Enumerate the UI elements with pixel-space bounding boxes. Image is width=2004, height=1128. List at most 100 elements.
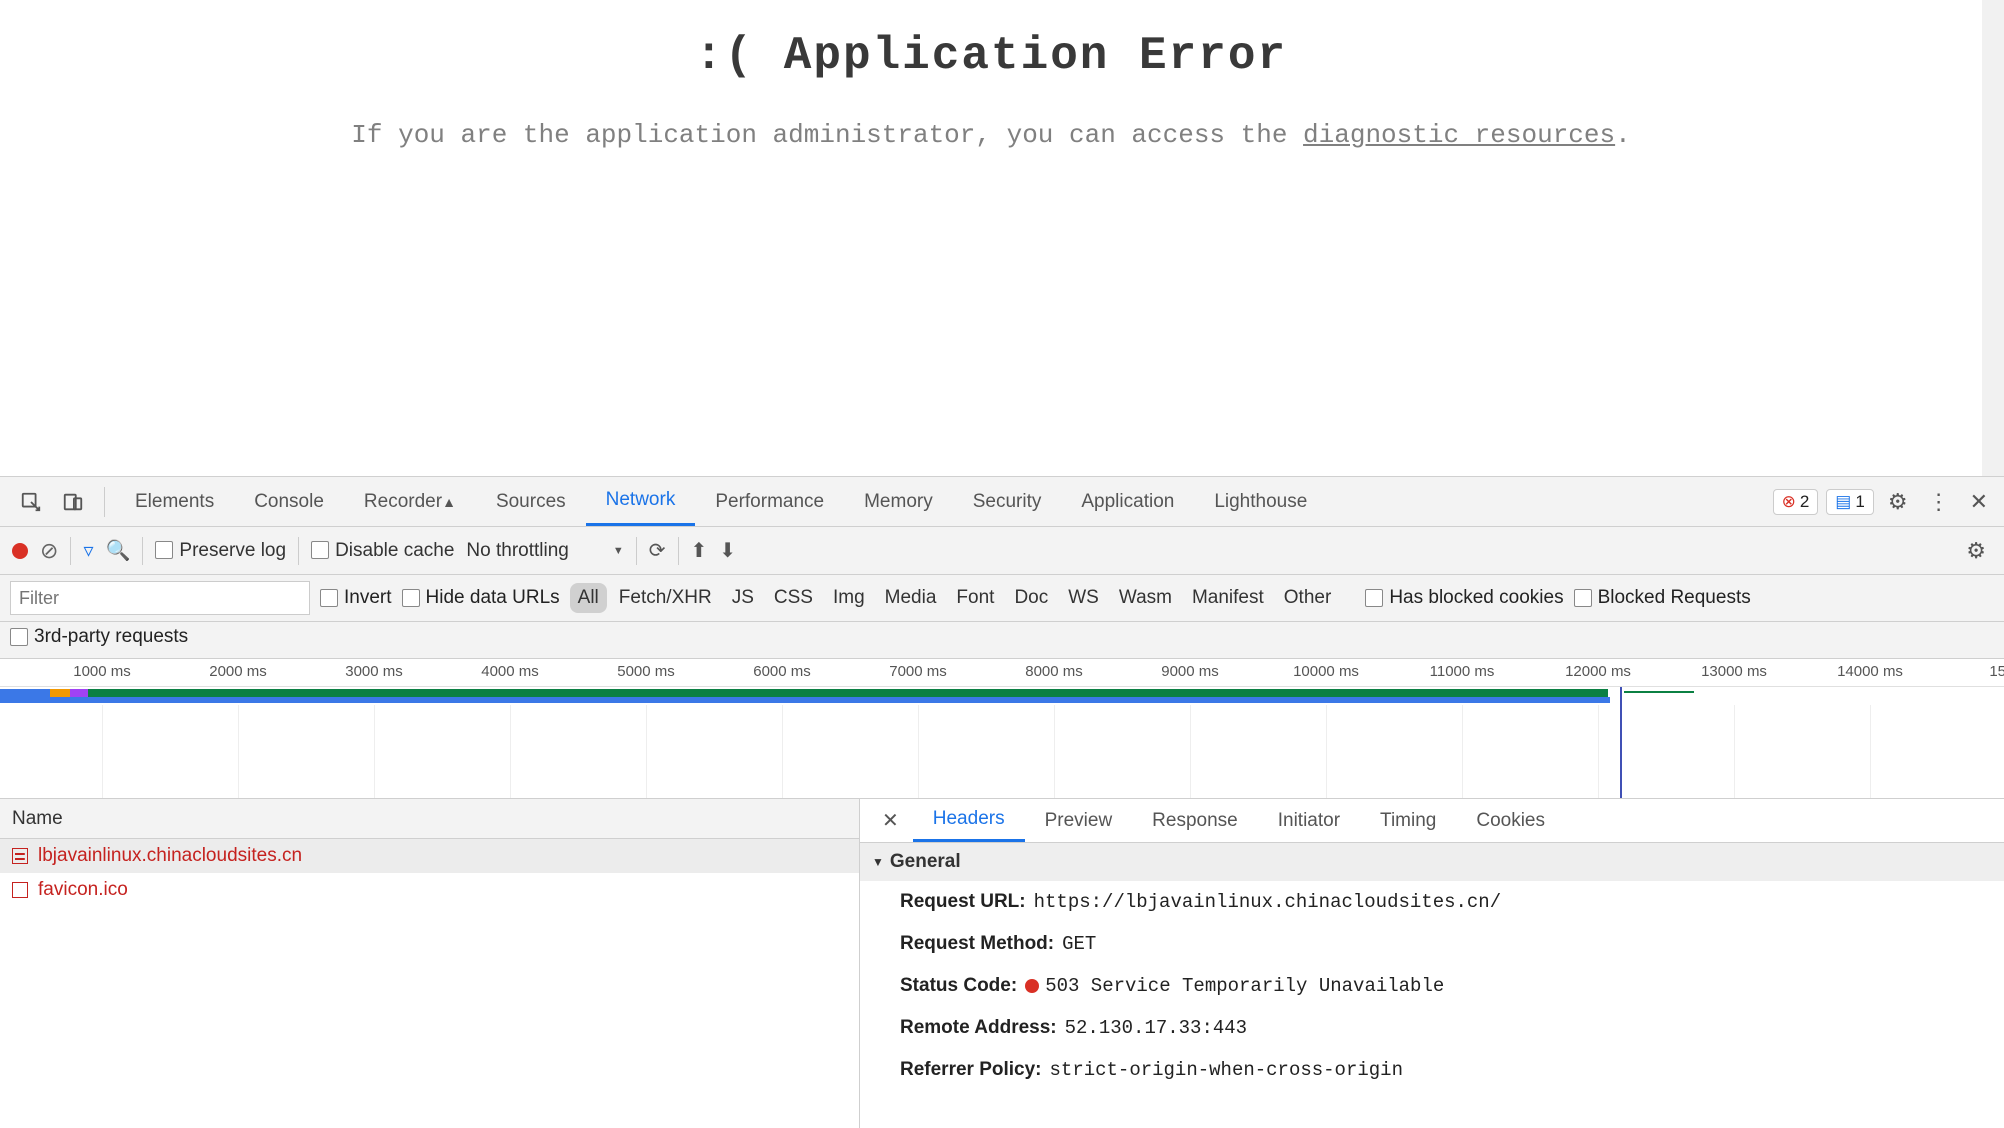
timeline-bar [70,689,88,697]
timeline-playhead[interactable] [1620,687,1622,798]
has-blocked-cookies-checkbox[interactable]: Has blocked cookies [1365,587,1563,609]
device-toggle-icon[interactable] [60,489,86,515]
collapse-triangle-icon: ▼ [872,855,884,869]
filter-input[interactable] [10,581,310,615]
devtools-tab-elements[interactable]: Elements [115,477,234,526]
network-timeline[interactable]: 1000 ms2000 ms3000 ms4000 ms5000 ms6000 … [0,659,2004,799]
header-value: 52.130.17.33:443 [1065,1017,1247,1039]
search-icon[interactable]: 🔍 [105,538,130,563]
filter-type-media[interactable]: Media [877,583,945,613]
filter-type-css[interactable]: CSS [766,583,821,613]
filter-type-font[interactable]: Font [948,583,1002,613]
timeline-bar [88,689,1608,697]
filter-type-doc[interactable]: Doc [1006,583,1056,613]
devtools-tab-sources[interactable]: Sources [476,477,586,526]
timeline-gridline [1326,705,1327,798]
message-badge[interactable]: ▤1 [1826,489,1874,515]
details-tab-initiator[interactable]: Initiator [1258,799,1360,842]
more-icon[interactable]: ⋮ [1922,489,1956,515]
error-subtitle-prefix: If you are the application administrator… [351,120,1303,150]
page-viewport[interactable]: :( Application Error If you are the appl… [0,0,2004,476]
timeline-tick: 2000 ms [209,663,267,680]
devtools-tabs: ElementsConsoleRecorder ▲SourcesNetworkP… [0,477,2004,527]
message-icon: ▤ [1835,492,1851,512]
hide-data-urls-checkbox[interactable]: Hide data URLs [402,587,560,609]
settings-icon[interactable]: ⚙ [1882,489,1914,515]
devtools-tab-memory[interactable]: Memory [844,477,953,526]
request-details-panel: ✕ HeadersPreviewResponseInitiatorTimingC… [860,799,2004,1128]
timeline-tick: 6000 ms [753,663,811,680]
request-row[interactable]: favicon.ico [0,873,859,907]
header-key: Remote Address: [900,1017,1057,1039]
network-details-split: Name lbjavainlinux.chinacloudsites.cn fav… [0,799,2004,1128]
timeline-gridline [1870,705,1871,798]
filter-type-all[interactable]: All [570,583,607,613]
devtools-tab-console[interactable]: Console [234,477,344,526]
timeline-tick: 3000 ms [345,663,403,680]
invert-checkbox[interactable]: Invert [320,587,392,609]
close-details-icon[interactable]: ✕ [868,808,913,833]
details-body[interactable]: ▼ General Request URL:https://lbjavainli… [860,843,2004,1128]
timeline-bar [0,689,50,697]
filter-type-fetch-xhr[interactable]: Fetch/XHR [611,583,720,613]
details-tab-response[interactable]: Response [1132,799,1258,842]
header-value: GET [1062,933,1096,955]
disable-cache-label: Disable cache [335,540,454,561]
file-icon [12,882,28,898]
error-subtitle-suffix: . [1615,120,1631,150]
timeline-tick: 1000 ms [73,663,131,680]
request-row[interactable]: lbjavainlinux.chinacloudsites.cn [0,839,859,873]
timeline-bar [1624,691,1694,693]
network-conditions-icon[interactable]: ⟳ [649,538,666,563]
close-devtools-icon[interactable]: ✕ [1964,489,1994,515]
diagnostic-link[interactable]: diagnostic resources [1303,120,1615,150]
details-tabs: ✕ HeadersPreviewResponseInitiatorTimingC… [860,799,2004,843]
devtools-tab-network[interactable]: Network [586,477,696,526]
timeline-gridline [238,705,239,798]
filter-type-other[interactable]: Other [1276,583,1340,613]
record-button[interactable] [12,543,28,559]
network-settings-icon[interactable]: ⚙ [1960,538,1992,564]
disable-cache-checkbox[interactable]: Disable cache [311,540,454,562]
upload-har-icon[interactable]: ⬆ [691,538,708,563]
document-icon [12,848,28,864]
error-badge[interactable]: ⊗2 [1773,489,1819,515]
throttling-value: No throttling [466,540,568,562]
divider [298,537,299,565]
timeline-bar [0,697,1610,703]
preserve-log-label: Preserve log [179,540,286,561]
throttling-select[interactable]: No throttling ▼ [466,540,623,562]
details-tab-preview[interactable]: Preview [1025,799,1133,842]
header-value: strict-origin-when-cross-origin [1050,1059,1403,1081]
details-tab-headers[interactable]: Headers [913,799,1025,842]
error-count: 2 [1800,492,1809,512]
filter-type-manifest[interactable]: Manifest [1184,583,1272,613]
request-list-header[interactable]: Name [0,799,859,839]
third-party-checkbox[interactable]: 3rd-party requests [10,626,188,648]
timeline-gridline [1054,705,1055,798]
divider [70,537,71,565]
general-section-header[interactable]: ▼ General [860,843,2004,881]
filter-type-js[interactable]: JS [724,583,762,613]
download-har-icon[interactable]: ⬇ [719,538,736,563]
devtools-tab-performance[interactable]: Performance [695,477,844,526]
filter-type-img[interactable]: Img [825,583,873,613]
error-subtitle: If you are the application administrator… [0,117,1982,153]
request-name: lbjavainlinux.chinacloudsites.cn [38,845,302,867]
timeline-gridline [1734,705,1735,798]
preserve-log-checkbox[interactable]: Preserve log [155,540,286,562]
devtools-tab-recorder[interactable]: Recorder ▲ [344,477,476,526]
blocked-requests-checkbox[interactable]: Blocked Requests [1574,587,1751,609]
network-toolbar: ⊘ ▿ 🔍 Preserve log Disable cache No thro… [0,527,2004,575]
details-tab-timing[interactable]: Timing [1360,799,1456,842]
clear-button[interactable]: ⊘ [40,538,58,564]
devtools-tab-lighthouse[interactable]: Lighthouse [1194,477,1327,526]
inspect-icon[interactable] [18,489,44,515]
filter-type-wasm[interactable]: Wasm [1111,583,1180,613]
devtools-tab-security[interactable]: Security [953,477,1062,526]
filter-toggle-icon[interactable]: ▿ [83,538,93,563]
details-tab-cookies[interactable]: Cookies [1456,799,1565,842]
devtools-tab-application[interactable]: Application [1061,477,1194,526]
filter-type-ws[interactable]: WS [1060,583,1107,613]
timeline-gridline [510,705,511,798]
